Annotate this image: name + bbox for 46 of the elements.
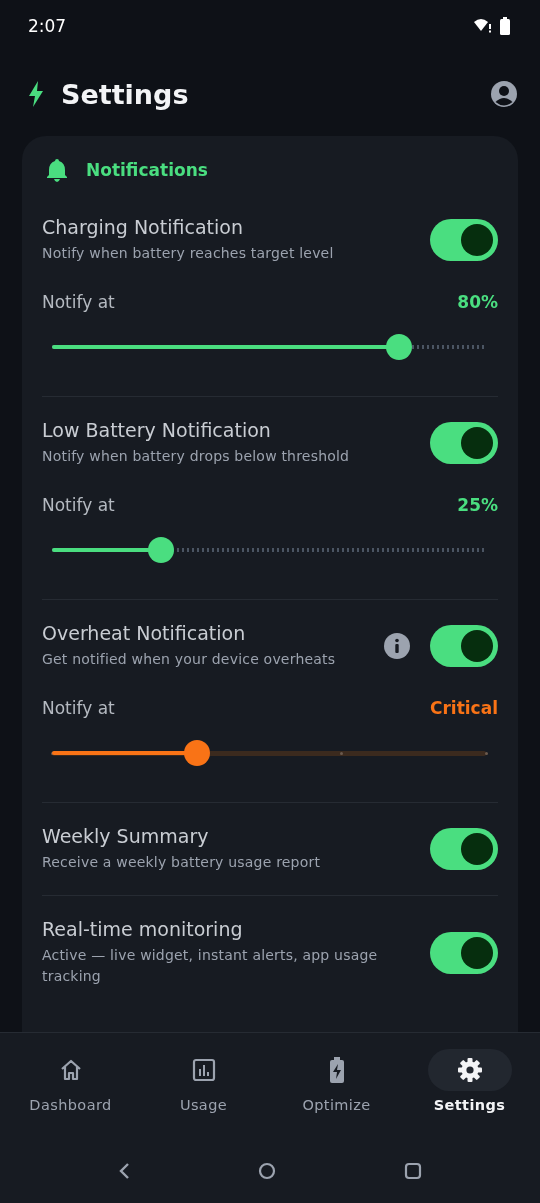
toggle-switch[interactable] [430,828,498,870]
toggle-switch[interactable] [430,219,498,261]
setting-title: Charging Notification [42,216,244,238]
setting-title: Overheat Notification [42,622,247,644]
slider-thumb[interactable] [183,740,210,766]
nav-tab[interactable]: Dashboard [4,1033,137,1139]
setting-description: Notify when battery reaches target level [42,244,335,263]
slider-thumb[interactable] [147,537,174,563]
battery-bolt-icon [328,1057,345,1083]
setting-title: Real-time monitoring [42,918,244,940]
setting-title: Low Battery Notification [42,419,272,441]
recents-icon[interactable] [404,1162,422,1180]
section-title: Notifications [86,160,208,180]
bell-icon [46,158,68,182]
slider-track[interactable] [52,334,486,360]
slider-track[interactable] [52,537,486,563]
slider-value: 25% [457,495,498,515]
status-time: 2:07 [28,16,67,36]
nav-tab[interactable]: Optimize [270,1033,403,1139]
account-icon[interactable] [490,80,518,108]
nav-tab[interactable]: Usage [137,1033,270,1139]
bar-chart-icon [191,1058,216,1082]
slider-track[interactable] [52,740,486,766]
battery-icon [500,17,510,35]
toggle-switch[interactable] [430,625,498,667]
slider-value: 80% [457,292,498,312]
slider-label: Notify at [42,292,115,312]
setting-title: Weekly Summary [42,825,210,847]
slider-value: Critical [429,698,498,718]
info-icon[interactable] [384,633,410,659]
back-icon[interactable] [118,1162,130,1180]
page-title: Settings [61,78,190,110]
slider-label: Notify at [42,495,115,515]
slider-label: Notify at [42,698,115,718]
slider-thumb[interactable] [386,334,413,360]
home-button-icon[interactable] [258,1162,276,1180]
settings-icon [456,1057,483,1083]
lightning-icon [28,81,44,107]
nav-tab[interactable]: Settings [403,1033,536,1139]
setting-description: Active — live widget, instant alerts, app usage tracking [42,946,379,986]
toggle-switch[interactable] [430,422,498,464]
setting-description: Notify when battery drops below threshold [42,447,351,466]
wifi-icon [474,18,492,34]
setting-description: Get notified when your device overheats [42,650,337,669]
setting-description: Receive a weekly battery usage report [42,853,322,872]
toggle-switch[interactable] [430,931,498,974]
